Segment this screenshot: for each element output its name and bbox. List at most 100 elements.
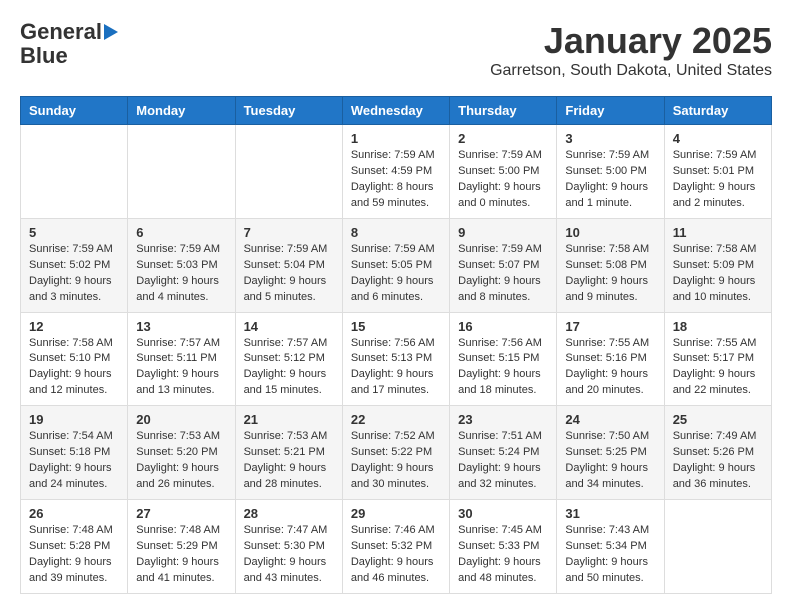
cell-content: Sunrise: 7:47 AMSunset: 5:30 PMDaylight:… [244,523,334,587]
day-number: 15 [351,319,441,334]
week-row: 26Sunrise: 7:48 AMSunset: 5:28 PMDayligh… [21,500,772,594]
weekday-header: Sunday [21,97,128,125]
calendar-cell: 12 Sunrise: 7:58 AMSunset: 5:10 PMDayligh… [21,312,128,406]
cell-content: Sunrise: 7:59 AMSunset: 4:59 PMDaylight:… [351,148,441,212]
calendar-cell: 24 Sunrise: 7:50 AMSunset: 5:25 PMDayligh… [557,406,664,500]
calendar-cell: 26Sunrise: 7:48 AMSunset: 5:28 PMDayligh… [21,500,128,594]
week-row: 1 Sunrise: 7:59 AMSunset: 4:59 PMDaylight… [21,125,772,219]
cell-content: Sunrise: 7:59 AMSunset: 5:01 PMDaylight:… [673,148,763,212]
cell-content: Sunrise: 7:46 AMSunset: 5:32 PMDaylight:… [351,523,441,587]
calendar-cell: 31 Sunrise: 7:43 AMSunset: 5:34 PMDayligh… [557,500,664,594]
calendar-cell: 27Sunrise: 7:48 AMSunset: 5:29 PMDayligh… [128,500,235,594]
day-number: 9 [458,225,548,240]
calendar-cell: 10Sunrise: 7:58 AMSunset: 5:08 PMDayligh… [557,218,664,312]
day-number: 21 [244,412,334,427]
calendar-cell: 22Sunrise: 7:52 AMSunset: 5:22 PMDayligh… [342,406,449,500]
calendar-cell [235,125,342,219]
logo-arrow-icon [104,24,118,40]
weekday-header: Monday [128,97,235,125]
week-row: 19 Sunrise: 7:54 AMSunset: 5:18 PMDayligh… [21,406,772,500]
calendar-cell: 8Sunrise: 7:59 AMSunset: 5:05 PMDaylight… [342,218,449,312]
cell-content: Sunrise: 7:55 AMSunset: 5:17 PMDaylight:… [673,336,763,400]
calendar-cell: 11 Sunrise: 7:58 AMSunset: 5:09 PMDayligh… [664,218,771,312]
calendar-title: January 2025 [490,20,772,62]
day-number: 19 [29,412,119,427]
day-number: 16 [458,319,548,334]
cell-content: Sunrise: 7:56 AMSunset: 5:13 PMDaylight:… [351,336,441,400]
weekday-header: Wednesday [342,97,449,125]
day-number: 30 [458,506,548,521]
day-number: 14 [244,319,334,334]
cell-content: Sunrise: 7:43 AMSunset: 5:34 PMDaylight:… [565,523,655,587]
logo-text-blue: Blue [20,44,68,68]
calendar-cell: 30 Sunrise: 7:45 AMSunset: 5:33 PMDayligh… [450,500,557,594]
cell-content: Sunrise: 7:55 AMSunset: 5:16 PMDaylight:… [565,336,655,400]
logo-text-general: General [20,20,102,44]
calendar-cell: 29 Sunrise: 7:46 AMSunset: 5:32 PMDayligh… [342,500,449,594]
calendar-cell: 14 Sunrise: 7:57 AMSunset: 5:12 PMDayligh… [235,312,342,406]
day-number: 10 [565,225,655,240]
cell-content: Sunrise: 7:59 AMSunset: 5:00 PMDaylight:… [458,148,548,212]
day-number: 29 [351,506,441,521]
day-number: 17 [565,319,655,334]
cell-content: Sunrise: 7:58 AMSunset: 5:10 PMDaylight:… [29,336,119,400]
day-number: 31 [565,506,655,521]
weekday-header: Tuesday [235,97,342,125]
cell-content: Sunrise: 7:57 AMSunset: 5:11 PMDaylight:… [136,336,226,400]
calendar-cell: 13 Sunrise: 7:57 AMSunset: 5:11 PMDayligh… [128,312,235,406]
day-number: 6 [136,225,226,240]
day-number: 3 [565,131,655,146]
week-row: 12 Sunrise: 7:58 AMSunset: 5:10 PMDayligh… [21,312,772,406]
calendar-cell: 25 Sunrise: 7:49 AMSunset: 5:26 PMDayligh… [664,406,771,500]
day-number: 20 [136,412,226,427]
calendar-cell: 3Sunrise: 7:59 AMSunset: 5:00 PMDaylight… [557,125,664,219]
day-number: 5 [29,225,119,240]
cell-content: Sunrise: 7:59 AMSunset: 5:04 PMDaylight:… [244,242,334,306]
day-number: 11 [673,225,763,240]
weekday-header: Friday [557,97,664,125]
day-number: 7 [244,225,334,240]
day-number: 22 [351,412,441,427]
title-block: January 2025 Garretson, South Dakota, Un… [490,20,772,80]
day-number: 23 [458,412,548,427]
cell-content: Sunrise: 7:54 AMSunset: 5:18 PMDaylight:… [29,429,119,493]
cell-content: Sunrise: 7:49 AMSunset: 5:26 PMDaylight:… [673,429,763,493]
calendar-cell: 6 Sunrise: 7:59 AMSunset: 5:03 PMDaylight… [128,218,235,312]
day-number: 24 [565,412,655,427]
calendar-subtitle: Garretson, South Dakota, United States [490,62,772,80]
cell-content: Sunrise: 7:58 AMSunset: 5:09 PMDaylight:… [673,242,763,306]
calendar-cell: 9 Sunrise: 7:59 AMSunset: 5:07 PMDaylight… [450,218,557,312]
day-number: 27 [136,506,226,521]
calendar-cell: 28 Sunrise: 7:47 AMSunset: 5:30 PMDayligh… [235,500,342,594]
cell-content: Sunrise: 7:57 AMSunset: 5:12 PMDaylight:… [244,336,334,400]
cell-content: Sunrise: 7:56 AMSunset: 5:15 PMDaylight:… [458,336,548,400]
calendar-cell: 23 Sunrise: 7:51 AMSunset: 5:24 PMDayligh… [450,406,557,500]
day-number: 13 [136,319,226,334]
calendar-cell: 20 Sunrise: 7:53 AMSunset: 5:20 PMDayligh… [128,406,235,500]
day-number: 1 [351,131,441,146]
calendar-cell: 16 Sunrise: 7:56 AMSunset: 5:15 PMDayligh… [450,312,557,406]
calendar-header: SundayMondayTuesdayWednesdayThursdayFrid… [21,97,772,125]
calendar-cell: 18Sunrise: 7:55 AMSunset: 5:17 PMDayligh… [664,312,771,406]
day-number: 4 [673,131,763,146]
calendar-cell: 19 Sunrise: 7:54 AMSunset: 5:18 PMDayligh… [21,406,128,500]
calendar-body: 1 Sunrise: 7:59 AMSunset: 4:59 PMDaylight… [21,125,772,594]
calendar-cell: 21Sunrise: 7:53 AMSunset: 5:21 PMDayligh… [235,406,342,500]
cell-content: Sunrise: 7:59 AMSunset: 5:07 PMDaylight:… [458,242,548,306]
calendar-cell: 2Sunrise: 7:59 AMSunset: 5:00 PMDaylight… [450,125,557,219]
day-number: 28 [244,506,334,521]
cell-content: Sunrise: 7:59 AMSunset: 5:03 PMDaylight:… [136,242,226,306]
logo: General Blue [20,20,118,68]
cell-content: Sunrise: 7:50 AMSunset: 5:25 PMDaylight:… [565,429,655,493]
cell-content: Sunrise: 7:51 AMSunset: 5:24 PMDaylight:… [458,429,548,493]
cell-content: Sunrise: 7:45 AMSunset: 5:33 PMDaylight:… [458,523,548,587]
cell-content: Sunrise: 7:59 AMSunset: 5:05 PMDaylight:… [351,242,441,306]
weekday-header: Saturday [664,97,771,125]
cell-content: Sunrise: 7:53 AMSunset: 5:20 PMDaylight:… [136,429,226,493]
calendar-cell [664,500,771,594]
calendar-cell: 17 Sunrise: 7:55 AMSunset: 5:16 PMDayligh… [557,312,664,406]
day-number: 12 [29,319,119,334]
calendar-cell: 15 Sunrise: 7:56 AMSunset: 5:13 PMDayligh… [342,312,449,406]
day-number: 25 [673,412,763,427]
weekday-header: Thursday [450,97,557,125]
